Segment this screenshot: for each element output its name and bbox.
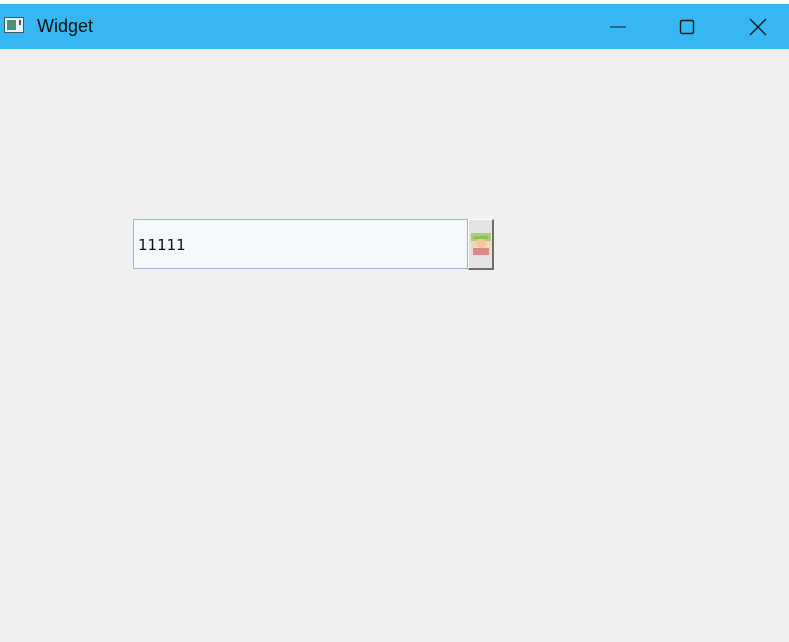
avatar-image-icon — [470, 233, 491, 255]
title-bar[interactable]: Widget — [0, 4, 789, 49]
main-window: Widget 11111 — [0, 4, 789, 642]
minimize-icon — [610, 26, 626, 27]
window-title: Widget — [37, 16, 94, 36]
close-button[interactable] — [735, 4, 781, 49]
close-icon — [749, 18, 767, 35]
maximize-button[interactable] — [664, 4, 710, 49]
text-input[interactable]: 11111 — [133, 219, 468, 269]
window-app-icon — [4, 17, 24, 33]
text-input-value: 11111 — [138, 236, 186, 254]
image-button[interactable] — [468, 219, 494, 270]
minimize-button[interactable] — [595, 4, 641, 49]
maximize-icon — [679, 19, 695, 34]
